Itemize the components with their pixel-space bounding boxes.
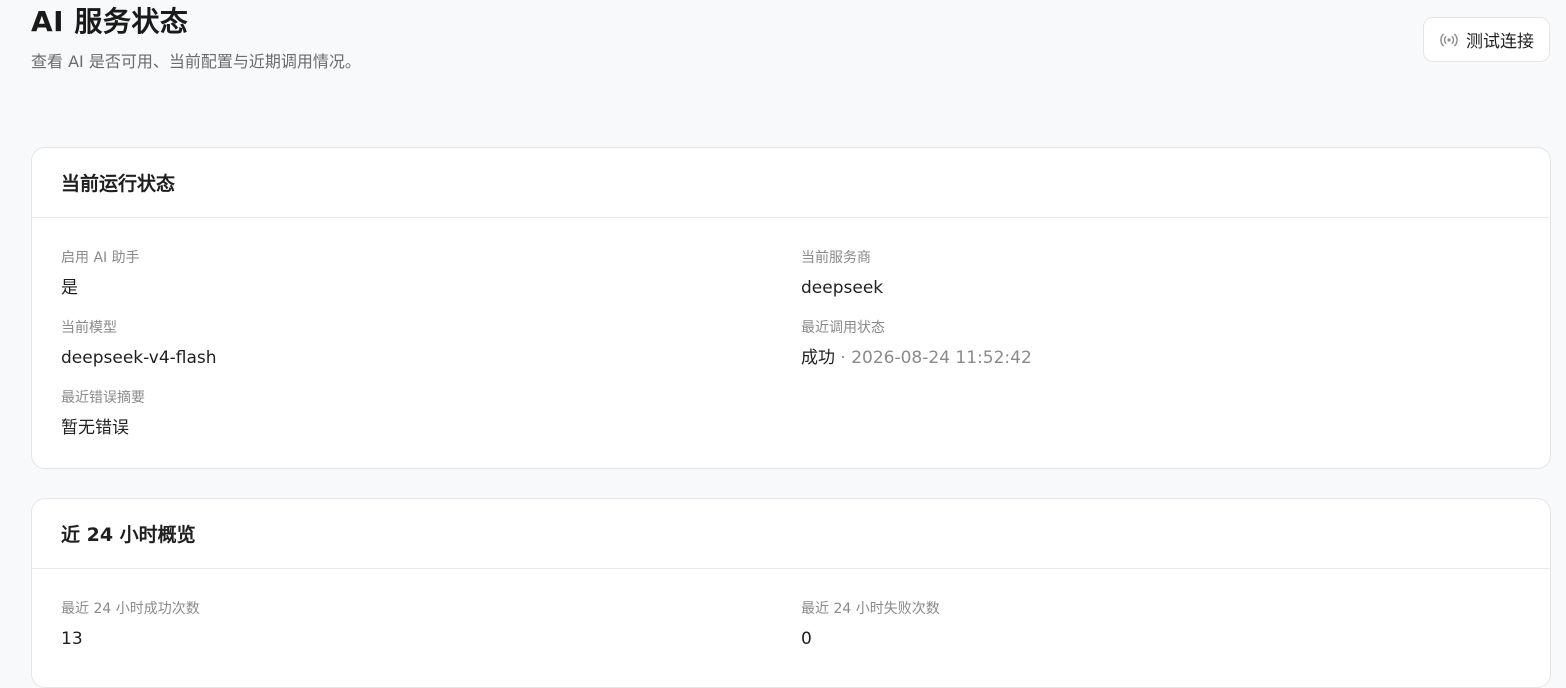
page-title: AI 服务状态 (31, 5, 189, 38)
overview-card: 近 24 小时概览 最近 24 小时成功次数 13 最近 24 小时失败次数 0 (31, 498, 1551, 688)
field-value: 暂无错误 (61, 418, 129, 438)
field-model: 当前模型 deepseek-v4-flash (61, 319, 217, 369)
card-title: 当前运行状态 (61, 173, 176, 195)
last-call-timestamp: 2026-08-24 11:52:42 (851, 348, 1032, 368)
field-value: 13 (61, 629, 83, 649)
last-call-status: 成功 (801, 348, 835, 368)
card-header: 当前运行状态 (32, 148, 1550, 218)
field-label: 最近 24 小时成功次数 (61, 601, 200, 617)
field-label: 最近 24 小时失败次数 (801, 601, 940, 617)
field-value: 0 (801, 629, 812, 649)
test-connection-label: 测试连接 (1466, 32, 1534, 52)
field-ai-enabled: 启用 AI 助手 是 (61, 249, 140, 299)
broadcast-icon (1439, 32, 1459, 48)
field-last-error: 最近错误摘要 暂无错误 (61, 389, 145, 439)
field-failure-count: 最近 24 小时失败次数 0 (801, 600, 940, 650)
field-label: 当前服务商 (801, 250, 871, 266)
card-title: 近 24 小时概览 (61, 524, 196, 546)
field-label: 最近调用状态 (801, 320, 885, 336)
card-header: 近 24 小时概览 (32, 499, 1550, 569)
separator: · (835, 348, 852, 368)
page-subtitle: 查看 AI 是否可用、当前配置与近期调用情况。 (31, 52, 361, 71)
field-last-call: 最近调用状态 成功 · 2026-08-24 11:52:42 (801, 319, 1032, 369)
field-provider: 当前服务商 deepseek (801, 249, 883, 299)
field-value: 是 (61, 278, 78, 298)
field-label: 当前模型 (61, 320, 117, 336)
field-value: deepseek (801, 278, 884, 298)
test-connection-button[interactable]: 测试连接 (1423, 17, 1550, 62)
field-value: deepseek-v4-flash (61, 348, 217, 368)
current-status-card: 当前运行状态 启用 AI 助手 是 当前服务商 deepseek 当前模型 de… (31, 147, 1551, 469)
field-value: 成功 · 2026-08-24 11:52:42 (801, 347, 1032, 369)
field-success-count: 最近 24 小时成功次数 13 (61, 600, 200, 650)
field-label: 最近错误摘要 (61, 390, 145, 406)
field-label: 启用 AI 助手 (61, 250, 140, 266)
page-header: AI 服务状态 查看 AI 是否可用、当前配置与近期调用情况。 (31, 0, 361, 74)
